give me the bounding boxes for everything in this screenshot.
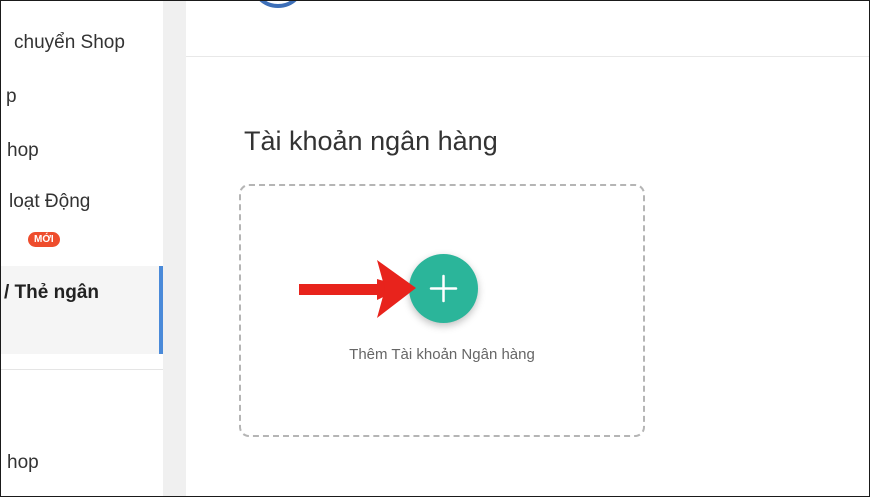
sidebar-item-activity[interactable]: loạt Động [9,191,90,213]
sidebar-item-label: loạt Động [9,191,91,212]
sidebar-item-label: / Thẻ ngân [4,282,99,303]
sidebar-divider [0,369,163,370]
sidebar-item-bank-card[interactable]: / Thẻ ngân [0,266,163,354]
page-title: Tài khoản ngân hàng [244,126,498,156]
add-bank-account-label: Thêm Tài khoản Ngân hàng [349,346,535,363]
sidebar-item-label: chuyển Shop [14,32,125,53]
sidebar-item-label: hop [7,452,39,473]
sidebar-item-shop-2[interactable]: hop [7,140,39,162]
sidebar-item-label: p [6,86,17,107]
sidebar: chuyển Shop p hop loạt Động MỚI / Thẻ ng… [0,0,163,497]
sidebar-item-shop-transfer[interactable]: chuyển Shop [14,32,125,54]
page-header [186,0,870,57]
red-arrow-icon [299,260,416,318]
sidebar-item-shop-3[interactable]: hop [7,452,39,474]
sidebar-item-label: hop [7,140,39,161]
avatar [250,0,306,8]
sidebar-gutter [163,0,186,497]
new-badge: MỚI [28,232,60,247]
sidebar-item-shop-1[interactable]: p [6,86,17,108]
